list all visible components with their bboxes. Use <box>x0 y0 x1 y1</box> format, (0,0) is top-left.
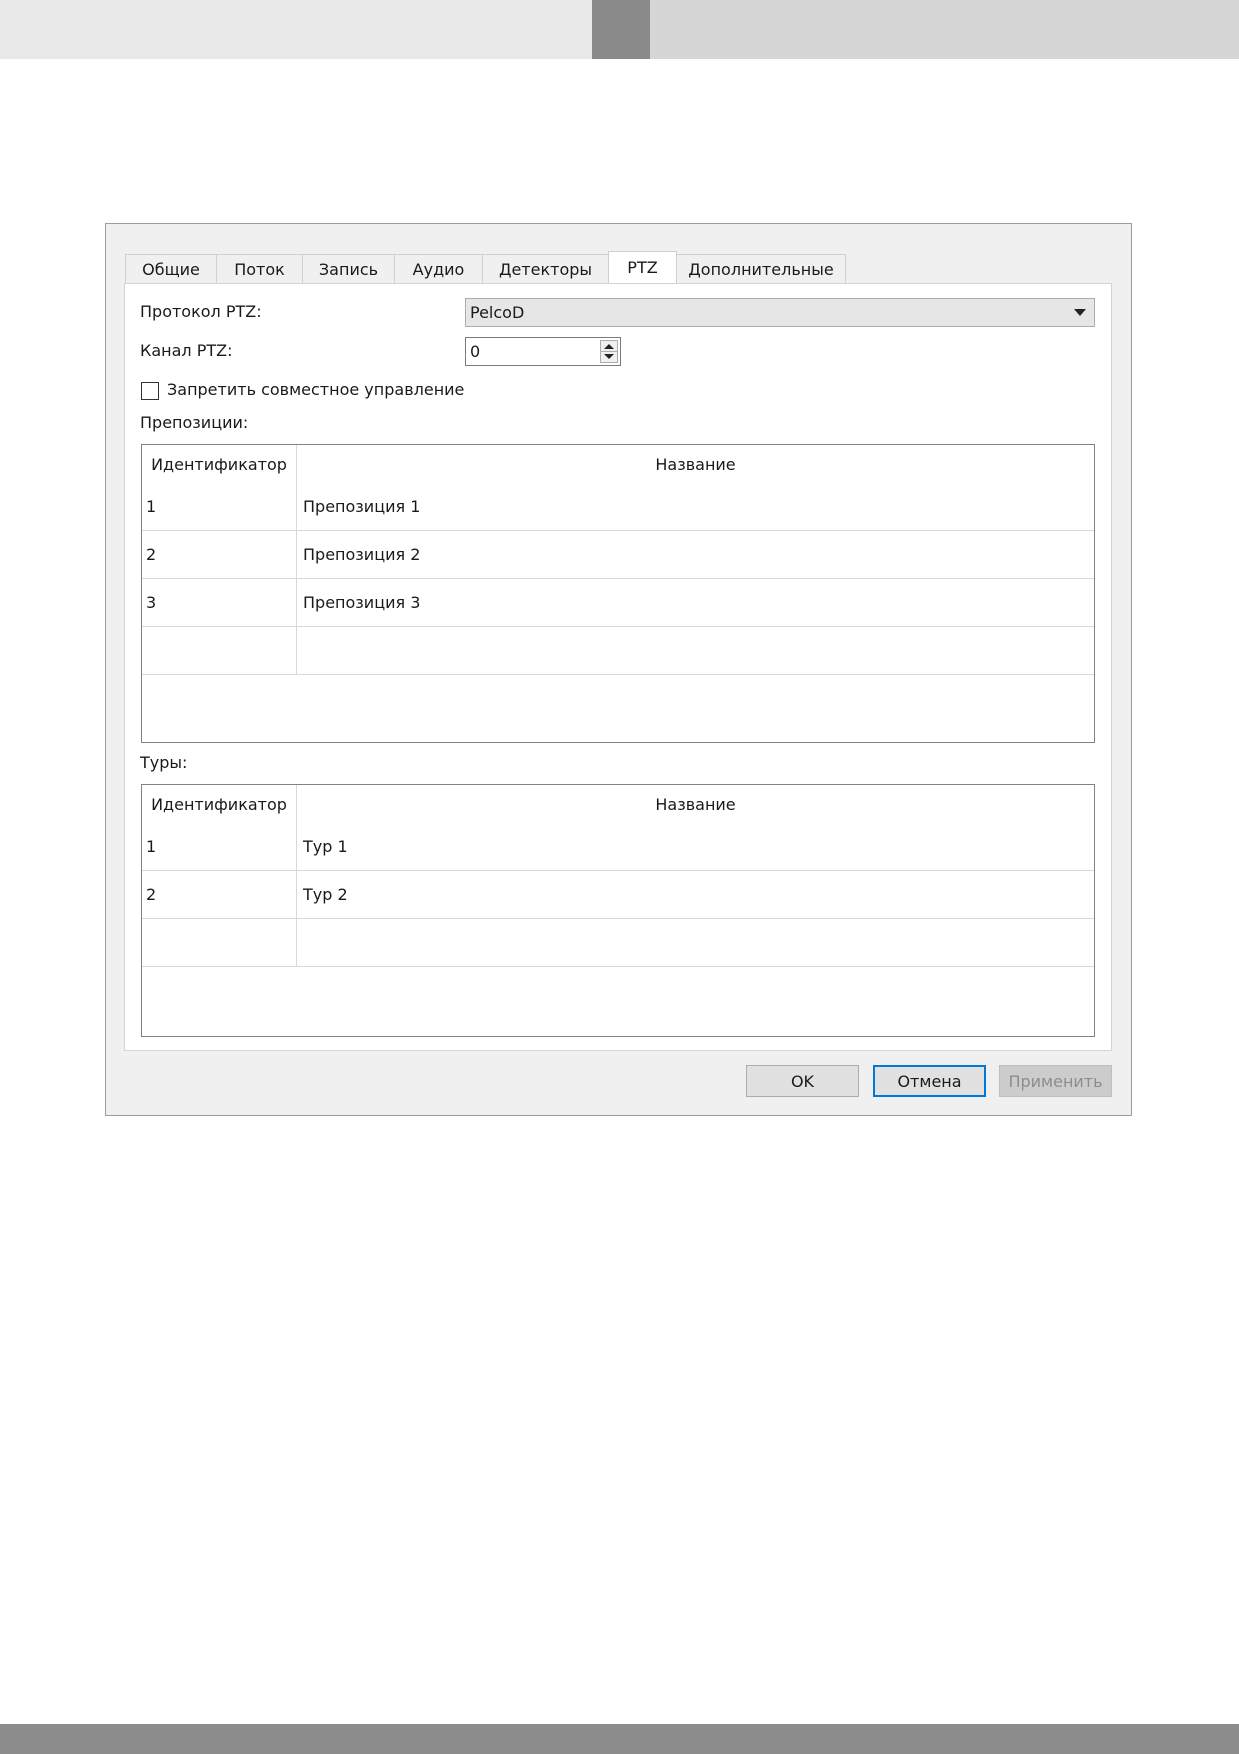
disable-shared-control-checkbox[interactable] <box>141 382 159 400</box>
tab-ptz[interactable]: PTZ <box>608 251 677 283</box>
cell-id: 1 <box>142 483 297 530</box>
cell-id: 2 <box>142 871 297 918</box>
channel-label: Канал PTZ: <box>140 341 233 360</box>
cell-name: Препозиция 2 <box>303 545 421 564</box>
tab-general[interactable]: Общие <box>125 254 217 283</box>
presets-label: Препозиции: <box>140 413 249 432</box>
column-header-id[interactable]: Идентификатор <box>142 785 297 823</box>
tab-additional[interactable]: Дополнительные <box>676 254 846 283</box>
table-row[interactable]: 2 Препозиция 2 <box>142 531 1094 579</box>
presets-table: Идентификатор Название 1 Препозиция 1 2 … <box>141 444 1095 743</box>
protocol-label: Протокол PTZ: <box>140 302 262 321</box>
camera-settings-dialog: Общие Поток Запись Аудио Детекторы PTZ Д… <box>105 223 1132 1116</box>
cell-name: Препозиция 1 <box>303 497 421 516</box>
tab-bar: Общие Поток Запись Аудио Детекторы PTZ Д… <box>125 251 846 283</box>
cell-id: 1 <box>142 823 297 870</box>
ok-button[interactable]: OK <box>746 1065 859 1097</box>
table-header: Идентификатор Название <box>142 785 1094 823</box>
table-row[interactable]: 1 Тур 1 <box>142 823 1094 871</box>
cell-id: 3 <box>142 579 297 626</box>
cell-name: Тур 1 <box>303 837 348 856</box>
spin-divider <box>601 351 617 352</box>
table-row-new[interactable] <box>142 919 1094 967</box>
table-row-new[interactable] <box>142 627 1094 675</box>
page-header-marker <box>592 0 650 59</box>
table-row[interactable]: 2 Тур 2 <box>142 871 1094 919</box>
cell-id: 2 <box>142 531 297 578</box>
column-header-id[interactable]: Идентификатор <box>142 445 297 483</box>
tours-table: Идентификатор Название 1 Тур 1 2 Тур 2 <box>141 784 1095 1037</box>
apply-button[interactable]: Применить <box>999 1065 1112 1097</box>
page-footer-bar <box>0 1724 1239 1754</box>
channel-spinbox[interactable]: 0 <box>465 337 621 366</box>
channel-value: 0 <box>470 342 481 361</box>
cell-name <box>297 627 1094 674</box>
cancel-button[interactable]: Отмена <box>873 1065 986 1097</box>
arrow-down-icon[interactable] <box>604 354 614 359</box>
arrow-up-icon[interactable] <box>604 344 614 349</box>
cell-name: Тур 2 <box>303 885 348 904</box>
tab-stream[interactable]: Поток <box>216 254 303 283</box>
cell-id <box>142 919 297 966</box>
tours-label: Туры: <box>140 753 188 772</box>
table-row[interactable]: 1 Препозиция 1 <box>142 483 1094 531</box>
cell-id <box>142 627 297 674</box>
table-header: Идентификатор Название <box>142 445 1094 483</box>
chevron-down-icon <box>1074 309 1086 316</box>
cell-name <box>297 919 1094 966</box>
spin-buttons[interactable] <box>600 340 618 363</box>
disable-shared-control-label: Запретить совместное управление <box>167 380 465 399</box>
table-row[interactable]: 3 Препозиция 3 <box>142 579 1094 627</box>
page-header-left <box>0 0 592 59</box>
protocol-value: PelcoD <box>470 303 525 322</box>
cell-name: Препозиция 3 <box>303 593 421 612</box>
ptz-panel: Протокол PTZ: PelcoD Канал PTZ: 0 Запрет… <box>124 283 1112 1051</box>
page-header-right <box>650 0 1239 59</box>
tab-detectors[interactable]: Детекторы <box>482 254 609 283</box>
column-header-name[interactable]: Название <box>297 785 1094 823</box>
protocol-select[interactable]: PelcoD <box>465 298 1095 327</box>
tab-recording[interactable]: Запись <box>302 254 395 283</box>
tab-audio[interactable]: Аудио <box>394 254 483 283</box>
column-header-name[interactable]: Название <box>297 445 1094 483</box>
